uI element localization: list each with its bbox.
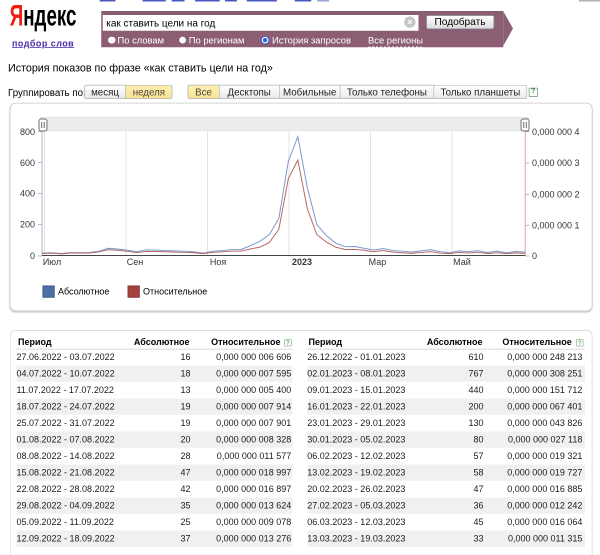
svg-text:Ноя: Ноя — [210, 257, 227, 267]
svg-text:0,000 000 3: 0,000 000 3 — [532, 158, 580, 168]
svg-text:Сен: Сен — [127, 257, 144, 267]
svg-text:0: 0 — [532, 251, 537, 261]
svg-text:0,000 000 1: 0,000 000 1 — [532, 220, 580, 230]
svg-text:2023: 2023 — [292, 257, 312, 267]
svg-text:Май: Май — [453, 257, 471, 267]
svg-text:0: 0 — [30, 251, 35, 261]
svg-text:800: 800 — [20, 127, 35, 137]
svg-text:600: 600 — [20, 158, 35, 168]
svg-text:400: 400 — [20, 189, 35, 199]
svg-text:Абсолютное: Абсолютное — [58, 286, 109, 296]
svg-text:Относительное: Относительное — [143, 286, 207, 296]
svg-text:200: 200 — [20, 220, 35, 230]
svg-text:0,000 000 2: 0,000 000 2 — [532, 190, 580, 200]
svg-text:Мар: Мар — [369, 257, 387, 267]
svg-text:0,000 000 4: 0,000 000 4 — [532, 127, 580, 137]
svg-text:Июл: Июл — [43, 257, 61, 267]
